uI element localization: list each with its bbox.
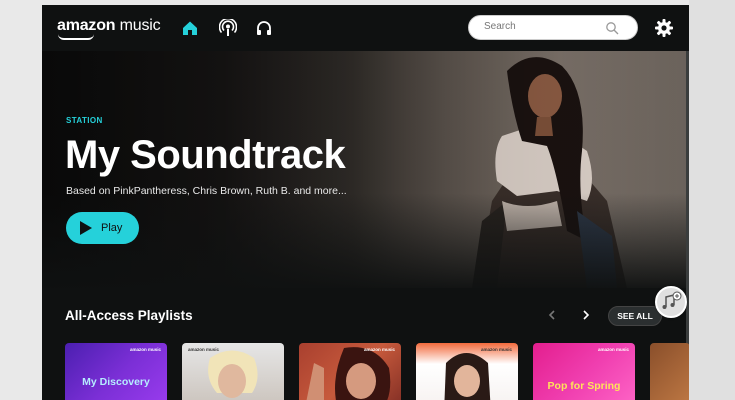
hero-title: My Soundtrack — [65, 133, 346, 177]
amazon-music-logo[interactable]: amazon music — [57, 17, 161, 40]
logo-prefix: amazon — [57, 17, 116, 34]
card-title: Pop for Spring — [547, 380, 621, 392]
top-navigation: amazon music — [42, 5, 689, 51]
search-icon[interactable] — [605, 21, 619, 35]
playlist-card[interactable]: amazon music — [416, 343, 518, 400]
hero-subtitle: Based on PinkPantheress, Chris Brown, Ru… — [66, 185, 347, 197]
card-brand: amazon music — [363, 347, 395, 352]
search-box[interactable] — [468, 15, 638, 40]
card-title: My Discovery — [82, 376, 150, 388]
search-input[interactable] — [484, 21, 604, 32]
hero-banner: STATION My Soundtrack Based on PinkPanth… — [42, 51, 689, 288]
card-artwork — [208, 350, 258, 398]
playlist-card[interactable]: amazon music — [182, 343, 284, 400]
play-button-label: Play — [101, 222, 123, 234]
chevron-left-icon[interactable] — [544, 307, 560, 323]
play-icon — [80, 221, 92, 235]
playlist-card[interactable]: amazon music Pop for Spring — [533, 343, 635, 400]
app-window: amazon music Search STATION My Soundtrac… — [42, 0, 689, 400]
podcast-icon[interactable] — [219, 19, 237, 37]
music-add-icon — [662, 291, 682, 309]
card-brand: amazon music — [597, 347, 629, 352]
playlist-card[interactable] — [650, 343, 689, 400]
card-brand: amazon music — [480, 347, 512, 352]
logo-suffix: music — [119, 17, 161, 34]
section-title: All-Access Playlists — [65, 308, 193, 323]
playlist-card[interactable]: amazon music — [299, 343, 401, 400]
card-brand: amazon music — [129, 347, 161, 352]
play-button[interactable]: Play — [66, 212, 139, 244]
home-icon[interactable] — [181, 19, 199, 37]
desktop-background-left — [0, 0, 42, 400]
playlist-card[interactable]: amazon music My Discovery — [65, 343, 167, 400]
logo-smile-icon — [58, 34, 94, 40]
see-all-button[interactable]: SEE ALL — [608, 306, 662, 326]
headphones-icon[interactable] — [255, 19, 273, 37]
chevron-right-icon[interactable] — [578, 307, 594, 323]
gear-icon[interactable] — [654, 18, 674, 38]
floating-music-button[interactable] — [655, 286, 687, 318]
hero-eyebrow: STATION — [66, 116, 103, 125]
desktop-background-right — [689, 0, 735, 400]
